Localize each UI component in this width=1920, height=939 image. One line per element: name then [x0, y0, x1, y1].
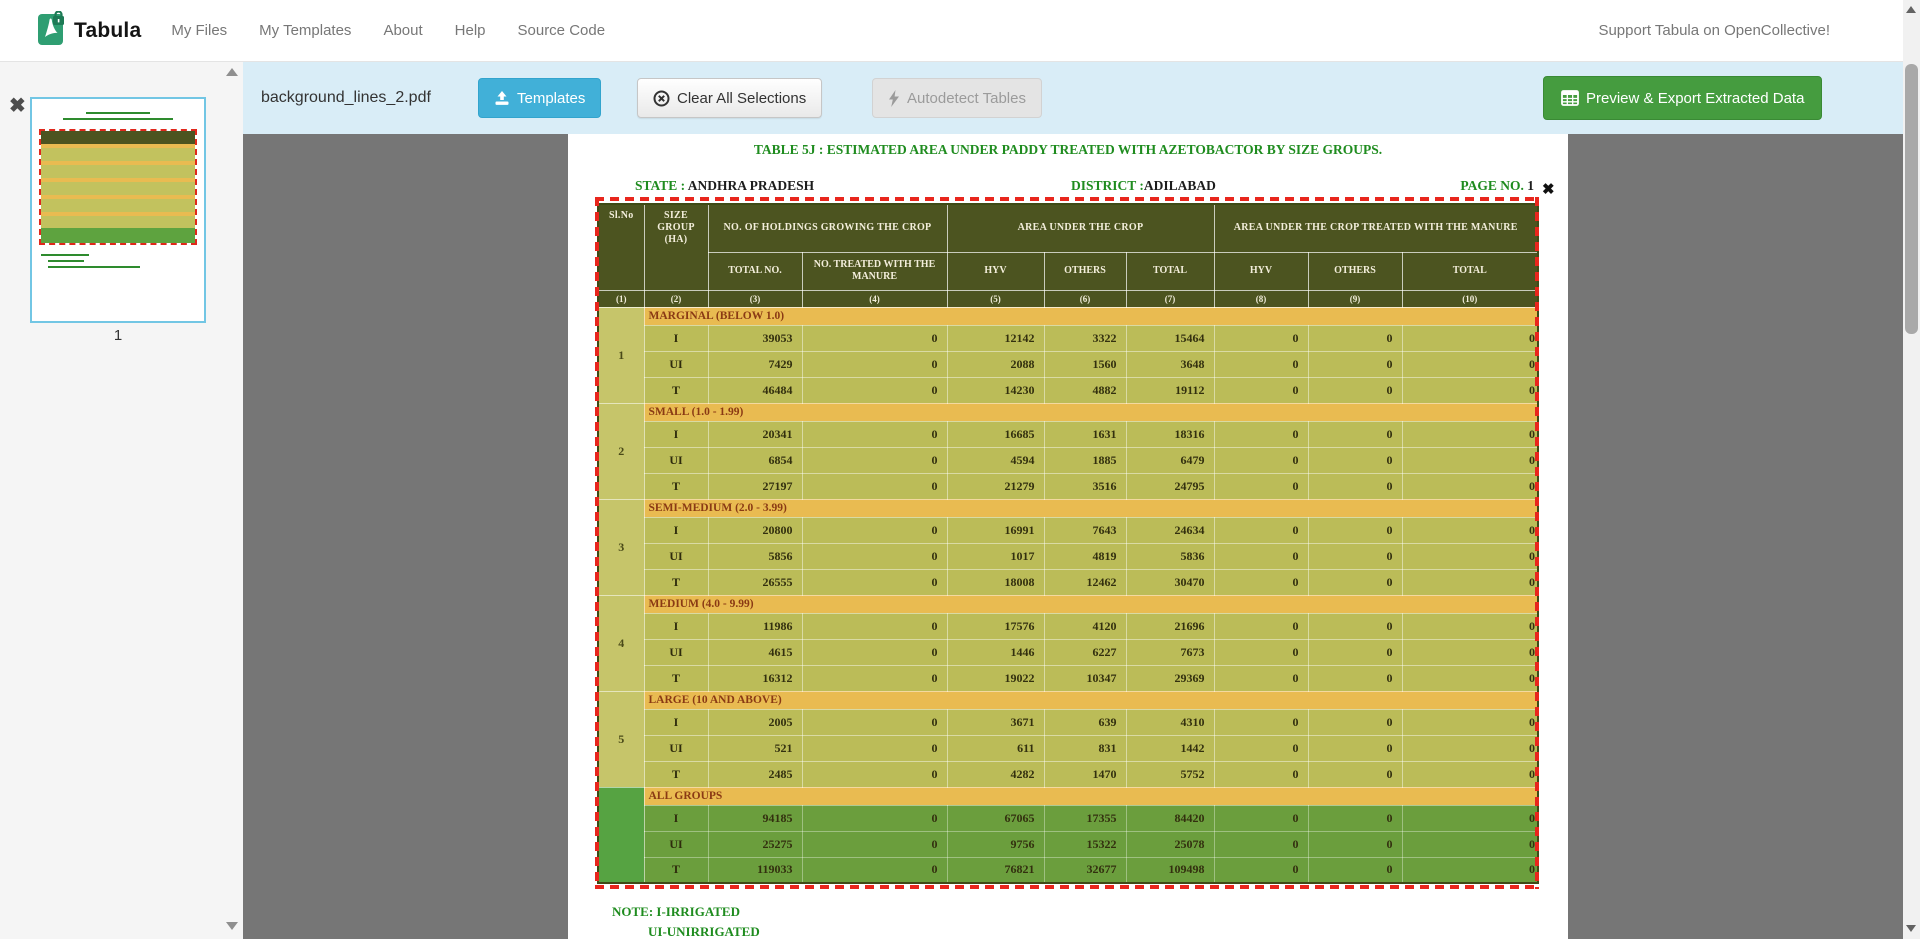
brand-title: Tabula	[74, 19, 141, 43]
autodetect-tables-button[interactable]: Autodetect Tables	[872, 78, 1042, 118]
tabula-app: Tabula My Files My Templates About Help …	[0, 0, 1920, 939]
thumbnail-title-line	[86, 112, 150, 114]
selection-border-bottom	[595, 885, 1539, 889]
templates-button-label: Templates	[517, 90, 585, 107]
scroll-up-icon[interactable]	[1906, 6, 1916, 13]
thumbnail-note-line	[41, 254, 89, 256]
document-title: TABLE 5J : ESTIMATED AREA UNDER PADDY TR…	[568, 142, 1568, 158]
preview-export-label: Preview & Export Extracted Data	[1586, 90, 1804, 107]
thumbnail-table-preview	[39, 129, 197, 245]
open-filename: background_lines_2.pdf	[261, 62, 431, 134]
thumbnail-note-line	[48, 266, 140, 268]
autodetect-tables-label: Autodetect Tables	[907, 90, 1026, 107]
sidebar: ✖ 1	[0, 62, 243, 939]
selection-border-right	[1535, 197, 1539, 889]
document-notes: NOTE: I-IRRIGATED UI-UNIRRIGATED	[612, 902, 760, 939]
thumbnail-title-line	[63, 118, 173, 120]
selection-close-icon[interactable]: ✖	[1542, 180, 1555, 198]
navbar: Tabula My Files My Templates About Help …	[0, 0, 1920, 62]
circle-x-icon	[653, 90, 670, 107]
scrollbar-thumb[interactable]	[1905, 64, 1918, 334]
templates-button[interactable]: Templates	[478, 78, 601, 118]
thumbnail-note-line	[48, 260, 84, 262]
remove-file-icon[interactable]: ✖	[9, 96, 26, 116]
clear-all-selections-label: Clear All Selections	[677, 90, 806, 107]
state-field: STATE : ANDHRA PRADESH	[635, 178, 814, 194]
nav-item-source-code[interactable]: Source Code	[502, 22, 622, 39]
scroll-down-icon[interactable]	[1906, 925, 1916, 932]
selection-border-top	[595, 197, 1539, 201]
nav-item-my-templates[interactable]: My Templates	[243, 22, 367, 39]
nav-item-my-files[interactable]: My Files	[155, 22, 243, 39]
note-line-2: UI-UNIRRIGATED	[648, 922, 760, 939]
tabula-logo-icon	[38, 11, 66, 50]
pdf-page[interactable]: TABLE 5J : ESTIMATED AREA UNDER PADDY TR…	[568, 134, 1568, 939]
sidebar-scroll-down-icon[interactable]	[226, 922, 238, 930]
clear-all-selections-button[interactable]: Clear All Selections	[637, 78, 822, 118]
lightning-bolt-icon	[888, 90, 900, 107]
nav-item-about[interactable]: About	[367, 22, 438, 39]
sidebar-scroll-up-icon[interactable]	[226, 68, 238, 76]
table-selection-region[interactable]	[595, 197, 1539, 889]
table-grid-icon	[1561, 90, 1579, 106]
nav-item-help[interactable]: Help	[439, 22, 502, 39]
page-thumbnail[interactable]	[30, 97, 206, 323]
preview-export-button[interactable]: Preview & Export Extracted Data	[1543, 76, 1822, 120]
selection-border-left	[595, 197, 599, 889]
district-field: DISTRICT :ADILABAD	[1071, 178, 1216, 194]
pdf-viewer: TABLE 5J : ESTIMATED AREA UNDER PADDY TR…	[243, 134, 1903, 939]
nav-menu: My Files My Templates About Help Source …	[155, 22, 621, 39]
toolbar: background_lines_2.pdf Templates Clear A…	[243, 62, 1903, 134]
template-upload-icon	[494, 90, 510, 106]
window-scrollbar[interactable]	[1903, 0, 1920, 939]
thumbnail-page-number: 1	[30, 327, 206, 344]
note-line-1: NOTE: I-IRRIGATED	[612, 902, 760, 922]
support-link[interactable]: Support Tabula on OpenCollective!	[1598, 22, 1830, 39]
page-no-field: PAGE NO. 1	[1460, 178, 1534, 194]
brand[interactable]: Tabula	[38, 11, 141, 50]
